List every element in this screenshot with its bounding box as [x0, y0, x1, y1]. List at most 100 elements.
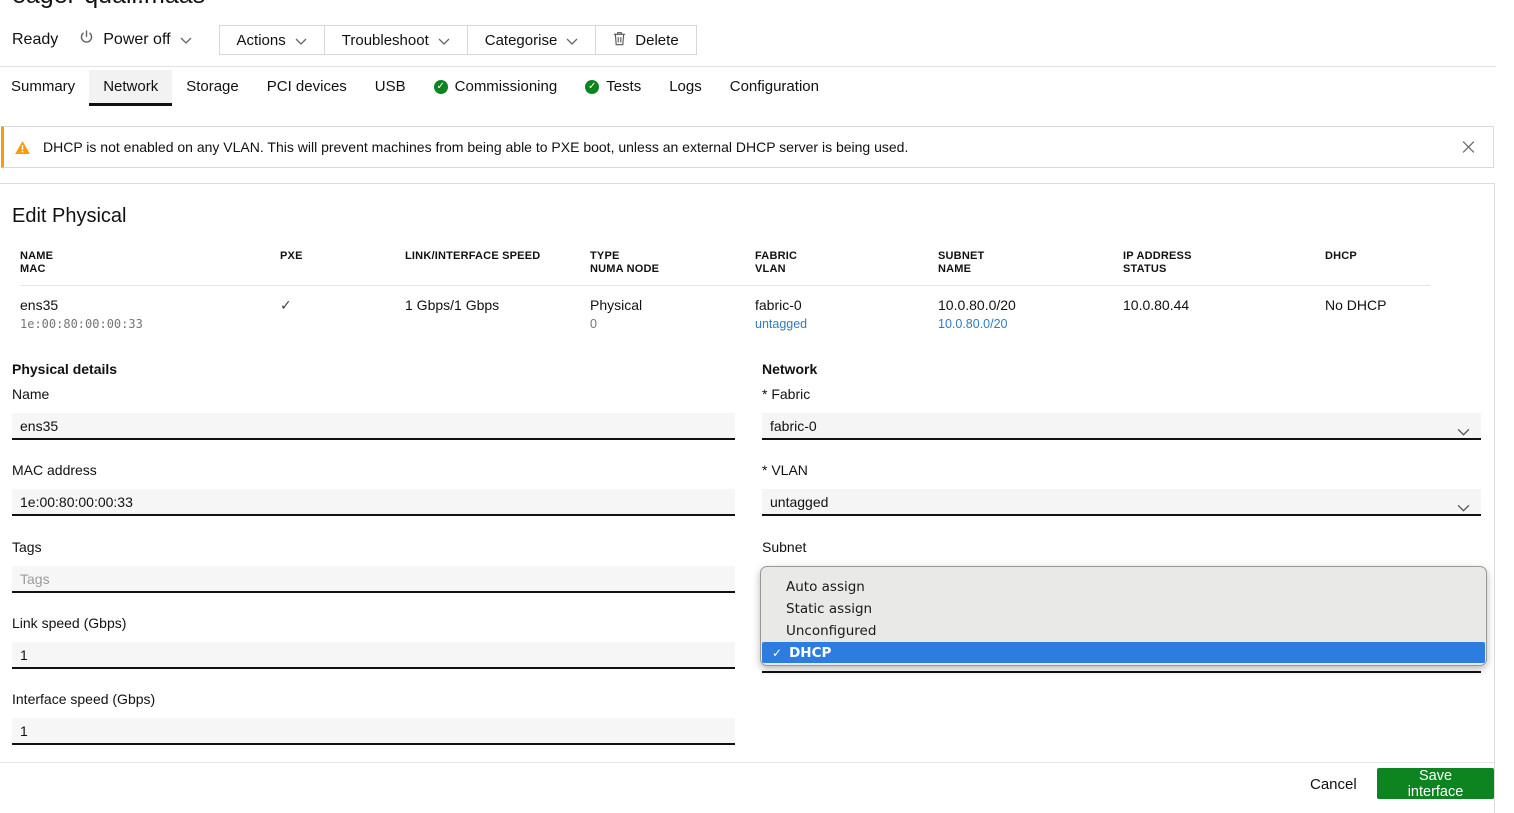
fabric-select-value: fabric-0: [770, 418, 817, 434]
tab-summary[interactable]: Summary: [0, 70, 89, 106]
tags-field: Tags: [12, 539, 735, 593]
column-header-speed: LINK/INTERFACE SPEED: [405, 250, 590, 276]
actions-button[interactable]: Actions: [220, 26, 325, 54]
subnet-option-auto-assign[interactable]: Auto assign: [761, 576, 1486, 598]
troubleshoot-label: Troubleshoot: [342, 32, 429, 49]
categorise-label: Categorise: [485, 32, 558, 49]
subnet-label: Subnet: [762, 539, 1481, 556]
dhcp-cell: No DHCP: [1325, 296, 1430, 332]
table-header-row: NAMEMAC PXE LINK/INTERFACE SPEED TYPENUM…: [20, 250, 1430, 286]
column-header-type-numa: TYPENUMA NODE: [590, 250, 755, 276]
subnet-value: 10.0.80.0/20: [938, 296, 1123, 314]
machine-tabs: Summary Network Storage PCI devices USB …: [0, 70, 833, 106]
subnet-field: Subnet: [762, 539, 1481, 566]
vlan-link[interactable]: untagged: [755, 316, 938, 332]
column-header-fabric-vlan: FABRICVLAN: [755, 250, 938, 276]
table-row: ens35 1e:00:80:00:00:33 ✓ 1 Gbps/1 Gbps …: [20, 286, 1430, 332]
type-cell: Physical 0: [590, 296, 755, 332]
chevron-down-icon: [438, 32, 450, 49]
ip-address: 10.0.80.44: [1123, 296, 1325, 314]
close-icon: [1462, 142, 1475, 157]
machine-status: Ready: [12, 31, 58, 49]
name-field: Name: [12, 386, 735, 440]
vlan-label: * VLAN: [762, 462, 1481, 479]
check-circle-icon: ✓: [585, 80, 599, 94]
tab-network[interactable]: Network: [89, 70, 172, 106]
tags-label: Tags: [12, 539, 735, 556]
power-off-button[interactable]: Power off: [79, 30, 191, 50]
subnet-cell: 10.0.80.0/20 10.0.80.0/20: [938, 296, 1123, 332]
interface-speed-label: Interface speed (Gbps): [12, 691, 735, 708]
tab-storage[interactable]: Storage: [172, 70, 253, 106]
tab-usb[interactable]: USB: [361, 70, 420, 106]
dhcp-status: No DHCP: [1325, 296, 1430, 314]
interface-type: Physical: [590, 296, 755, 314]
cancel-button[interactable]: Cancel: [1300, 772, 1367, 797]
banner-message: DHCP is not enabled on any VLAN. This wi…: [43, 139, 908, 155]
warning-icon: [15, 141, 30, 154]
tab-configuration[interactable]: Configuration: [716, 70, 833, 106]
link-speed-label: Link speed (Gbps): [12, 615, 735, 632]
header-divider: [0, 66, 1496, 67]
pxe-cell: ✓: [280, 296, 405, 332]
interface-speed-field: Interface speed (Gbps): [12, 691, 735, 745]
chevron-down-icon: [1457, 499, 1470, 515]
subnet-option-unconfigured[interactable]: Unconfigured: [761, 620, 1486, 642]
subnet-select-underline: [762, 671, 1481, 673]
chevron-down-icon: [566, 32, 578, 49]
pxe-check-icon: ✓: [280, 296, 405, 314]
dhcp-warning-banner: DHCP is not enabled on any VLAN. This wi…: [1, 126, 1494, 168]
edit-physical-panel: Edit Physical NAMEMAC PXE LINK/INTERFACE…: [0, 183, 1495, 813]
subnet-option-static-assign[interactable]: Static assign: [761, 598, 1486, 620]
subnet-name-link[interactable]: 10.0.80.0/20: [938, 316, 1123, 332]
tab-tests[interactable]: ✓ Tests: [571, 70, 655, 106]
column-header-dhcp: DHCP: [1325, 250, 1430, 276]
actions-label: Actions: [237, 32, 286, 49]
name-input[interactable]: [12, 413, 735, 440]
banner-close-button[interactable]: [1460, 139, 1477, 156]
subnet-option-dhcp[interactable]: DHCP: [762, 642, 1485, 663]
column-header-name-mac: NAMEMAC: [20, 250, 280, 276]
power-off-label: Power off: [103, 31, 170, 49]
form-footer-divider: [0, 762, 1494, 763]
vlan-select[interactable]: untagged: [762, 489, 1481, 516]
check-icon: [772, 645, 782, 661]
physical-details-heading: Physical details: [12, 361, 117, 377]
machine-title: eager-quail.maas: [12, 0, 205, 8]
subnet-dropdown: Auto assign Static assign Unconfigured D…: [760, 566, 1487, 666]
link-speed-input[interactable]: [12, 642, 735, 669]
check-circle-icon: ✓: [434, 80, 448, 94]
tags-input[interactable]: [12, 566, 735, 593]
name-label: Name: [12, 386, 735, 403]
interface-speed-input[interactable]: [12, 718, 735, 745]
delete-button[interactable]: Delete: [596, 26, 695, 54]
chevron-down-icon: [295, 32, 307, 49]
link-speed-field: Link speed (Gbps): [12, 615, 735, 669]
tab-commissioning[interactable]: ✓ Commissioning: [420, 70, 572, 106]
column-header-subnet-name: SUBNETNAME: [938, 250, 1123, 276]
mac-input[interactable]: [12, 489, 735, 516]
fabric-field: * Fabric fabric-0: [762, 386, 1481, 440]
fabric-label: * Fabric: [762, 386, 1481, 403]
speed-cell: 1 Gbps/1 Gbps: [405, 296, 590, 332]
action-bar: Ready Power off Actions Troubleshoot: [12, 25, 697, 55]
vlan-select-value: untagged: [770, 494, 828, 510]
tab-pci-devices[interactable]: PCI devices: [253, 70, 361, 106]
categorise-button[interactable]: Categorise: [468, 26, 597, 54]
save-interface-button[interactable]: Save interface: [1377, 768, 1494, 799]
ip-cell: 10.0.80.44: [1123, 296, 1325, 332]
troubleshoot-button[interactable]: Troubleshoot: [325, 26, 468, 54]
numa-node: 0: [590, 316, 755, 332]
fabric-select[interactable]: fabric-0: [762, 413, 1481, 440]
chevron-down-icon: [1457, 423, 1470, 439]
vlan-field: * VLAN untagged: [762, 462, 1481, 516]
interface-name: ens35: [20, 296, 280, 314]
trash-icon: [613, 31, 626, 50]
link-interface-speed: 1 Gbps/1 Gbps: [405, 296, 590, 314]
section-title: Edit Physical: [12, 205, 127, 228]
interface-name-cell: ens35 1e:00:80:00:00:33: [20, 296, 280, 332]
machine-actions-group: Actions Troubleshoot Categorise: [219, 25, 697, 55]
column-header-pxe: PXE: [280, 250, 405, 276]
tab-logs[interactable]: Logs: [655, 70, 716, 106]
power-icon: [79, 30, 94, 50]
